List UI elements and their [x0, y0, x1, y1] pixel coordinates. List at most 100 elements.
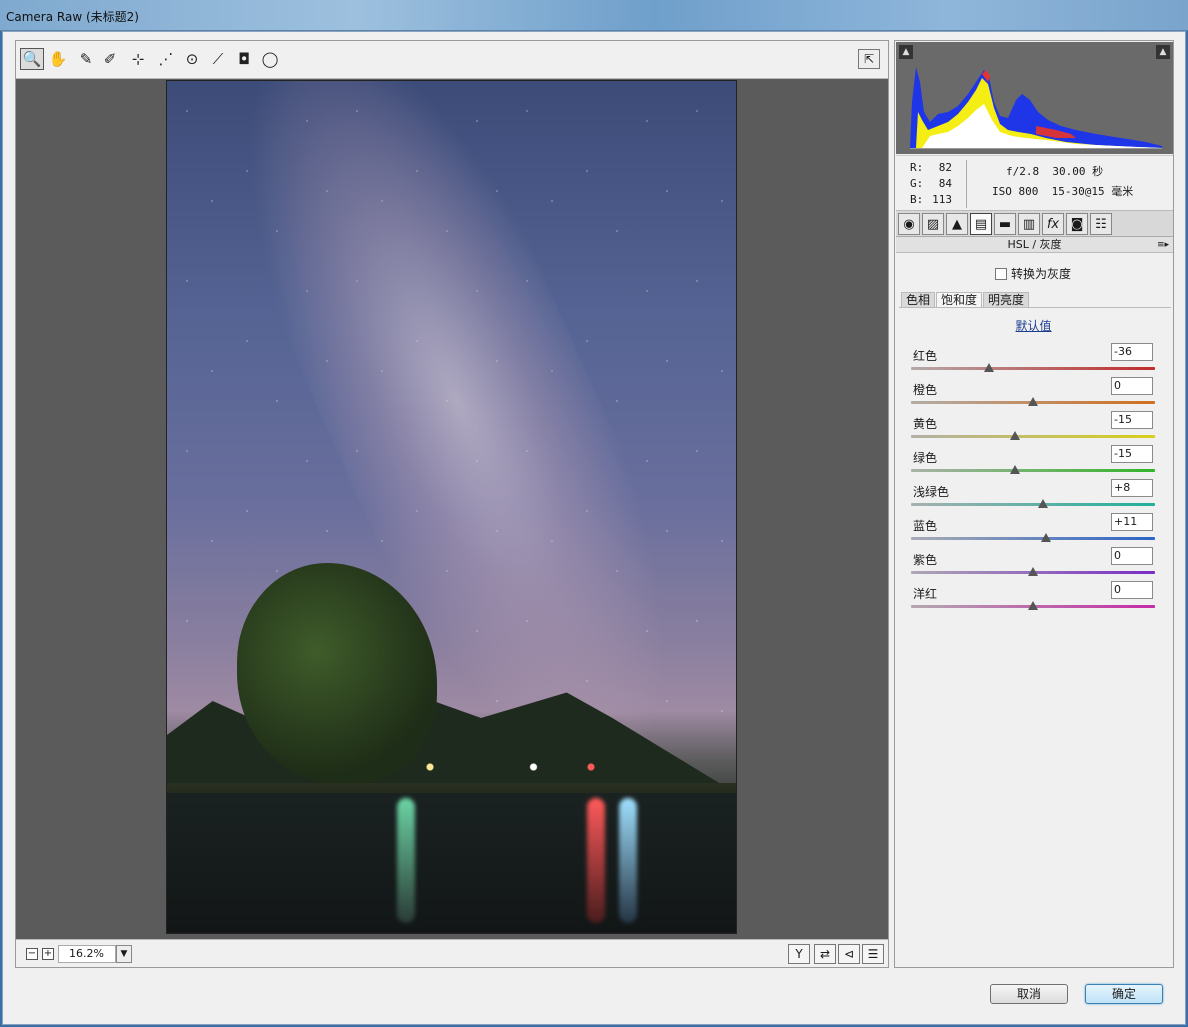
spot-removal-tool-icon[interactable]: ⋰ [154, 48, 178, 70]
view-settings-icon[interactable]: ☰ [862, 944, 884, 964]
slider-row: 紫色 0 [911, 547, 1155, 581]
panel-menu-icon[interactable]: ≡▸ [1157, 238, 1169, 253]
slider-value-field[interactable]: 0 [1111, 547, 1153, 565]
camera-calibration-tab-icon[interactable]: ◙ [1066, 213, 1088, 235]
default-link[interactable]: 默认值 [895, 317, 1172, 334]
readout-divider [966, 160, 967, 208]
window-title: Camera Raw (未标题2) [6, 10, 139, 24]
hsl-tab-icon[interactable]: ▤ [970, 213, 992, 235]
slider-track[interactable] [911, 469, 1155, 472]
pixel-readout: R: 82 G: 84 B: 113 f/2.8 30.00 秒 ISO 800 15… [896, 155, 1173, 211]
presets-tab-icon[interactable]: ☷ [1090, 213, 1112, 235]
slider-row: 蓝色 +11 [911, 513, 1155, 547]
b-value: 113 [932, 193, 952, 206]
hsl-subtab-1[interactable]: 饱和度 [936, 292, 983, 308]
checkbox-box[interactable] [995, 267, 1007, 280]
slider-value-field[interactable]: +11 [1111, 513, 1153, 531]
preview-image[interactable] [166, 80, 737, 934]
slider-label: 绿色 [913, 451, 938, 465]
hsl-subtab-2[interactable]: 明亮度 [983, 292, 1030, 308]
slider-value-field[interactable]: -36 [1111, 343, 1153, 361]
window-titlebar[interactable]: Camera Raw (未标题2) [0, 0, 1188, 31]
slider-row: 绿色 -15 [911, 445, 1155, 479]
slider-label: 黄色 [913, 417, 938, 431]
split-toning-tab-icon[interactable]: ▬ [994, 213, 1016, 235]
exif-iso-lens: ISO 800 15-30@15 毫米 [992, 185, 1134, 198]
section-title: HSL / 灰度 ≡▸ [896, 237, 1173, 253]
slider-row: 浅绿色 +8 [911, 479, 1155, 513]
targeted-adjustment-tool-icon[interactable]: ⊹ [126, 48, 150, 70]
color-sampler-tool-icon[interactable]: ✐ [98, 48, 122, 70]
slider-value-field[interactable]: 0 [1111, 581, 1153, 599]
exif-aperture-shutter: f/2.8 30.00 秒 [1006, 165, 1104, 178]
zoom-tool-icon[interactable]: 🔍 [20, 48, 44, 70]
slider-value-field[interactable]: -15 [1111, 411, 1153, 429]
cancel-button[interactable]: 取消 [990, 984, 1068, 1004]
hsl-subtab-0[interactable]: 色相 [901, 292, 936, 308]
r-value: 82 [938, 161, 952, 174]
panel-tabs: ◉ ▨ ▲ ▤ ▬ ▥ fx ◙ ☷ [896, 211, 1173, 237]
rgb-values: R: 82 G: 84 B: 113 [910, 160, 952, 208]
slider-thumb[interactable] [984, 363, 995, 372]
slider-thumb[interactable] [1009, 431, 1020, 440]
adjustments-panel: ▲ ▲ R: 82 G: 84 B: 113 f/2.8 30.00 秒 ISO 80… [894, 40, 1174, 968]
radial-filter-tool-icon[interactable]: ◯ [258, 48, 282, 70]
lake-water [167, 793, 736, 933]
hand-tool-icon[interactable]: ✋ [46, 48, 70, 70]
light-reflection-blue [619, 798, 637, 923]
tone-curve-tab-icon[interactable]: ▨ [922, 213, 944, 235]
light-reflection-green [397, 798, 415, 923]
graduated-filter-tool-icon[interactable]: ◘ [232, 48, 256, 70]
exif-info: f/2.8 30.00 秒 ISO 800 15-30@15 毫米 [992, 162, 1133, 202]
histogram: ▲ ▲ [896, 42, 1173, 154]
tool-bar: 🔍 ✋ ✎ ✐ ⊹ ⋰ ⊙ ⟋ ◘ ◯ ⇱ [16, 41, 888, 79]
convert-grayscale-label: 转换为灰度 [1011, 267, 1072, 281]
light-reflection-red [587, 798, 605, 923]
detail-tab-icon[interactable]: ▲ [946, 213, 968, 235]
slider-track[interactable] [911, 503, 1155, 506]
copy-settings-icon[interactable]: ⊲ [838, 944, 860, 964]
red-eye-tool-icon[interactable]: ⊙ [180, 48, 204, 70]
slider-thumb[interactable] [1037, 499, 1048, 508]
slider-label: 蓝色 [913, 519, 938, 533]
slider-value-field[interactable]: 0 [1111, 377, 1153, 395]
b-label: B: [910, 193, 924, 206]
open-preferences-icon[interactable]: ⇱ [858, 49, 880, 69]
convert-grayscale-checkbox[interactable]: 转换为灰度 [995, 265, 1071, 282]
histogram-graph [910, 67, 1162, 149]
before-after-icon[interactable]: Y [788, 944, 810, 964]
hsl-subtabs: 色相 饱和度 明亮度 [901, 292, 1030, 308]
swap-settings-icon[interactable]: ⇄ [814, 944, 836, 964]
slider-row: 橙色 0 [911, 377, 1155, 411]
slider-thumb[interactable] [1028, 397, 1038, 406]
slider-label: 橙色 [913, 383, 938, 397]
slider-row: 黄色 -15 [911, 411, 1155, 445]
lens-corrections-tab-icon[interactable]: ▥ [1018, 213, 1040, 235]
slider-track[interactable] [911, 435, 1155, 438]
status-bar: − + 16.2% ▼ Y ⇄ ⊲ ☰ [16, 939, 888, 967]
r-label: R: [910, 161, 924, 174]
slider-label: 红色 [913, 349, 938, 363]
slider-label: 浅绿色 [913, 485, 950, 499]
zoom-in-button[interactable]: + [42, 948, 54, 960]
g-label: G: [910, 177, 924, 190]
slider-thumb[interactable] [1041, 533, 1052, 542]
effects-tab-icon[interactable]: fx [1042, 213, 1064, 235]
white-balance-tool-icon[interactable]: ✎ [74, 48, 98, 70]
slider-thumb[interactable] [1028, 567, 1038, 576]
preview-panel: 🔍 ✋ ✎ ✐ ⊹ ⋰ ⊙ ⟋ ◘ ◯ ⇱ − + 16.2% ▼ Y ⇄ ⊲ ☰ [15, 40, 889, 968]
zoom-dropdown-button[interactable]: ▼ [116, 945, 132, 963]
ok-button[interactable]: 确定 [1085, 984, 1163, 1004]
basic-tab-icon[interactable]: ◉ [898, 213, 920, 235]
village-lights [407, 761, 637, 773]
slider-track[interactable] [911, 367, 1155, 370]
zoom-level-field[interactable]: 16.2% [58, 945, 116, 963]
slider-value-field[interactable]: -15 [1111, 445, 1153, 463]
adjustment-brush-tool-icon[interactable]: ⟋ [206, 48, 230, 70]
slider-thumb[interactable] [1028, 601, 1038, 610]
slider-thumb[interactable] [1009, 465, 1020, 474]
slider-track[interactable] [911, 537, 1155, 540]
zoom-out-button[interactable]: − [26, 948, 38, 960]
slider-label: 紫色 [913, 553, 938, 567]
slider-value-field[interactable]: +8 [1111, 479, 1153, 497]
